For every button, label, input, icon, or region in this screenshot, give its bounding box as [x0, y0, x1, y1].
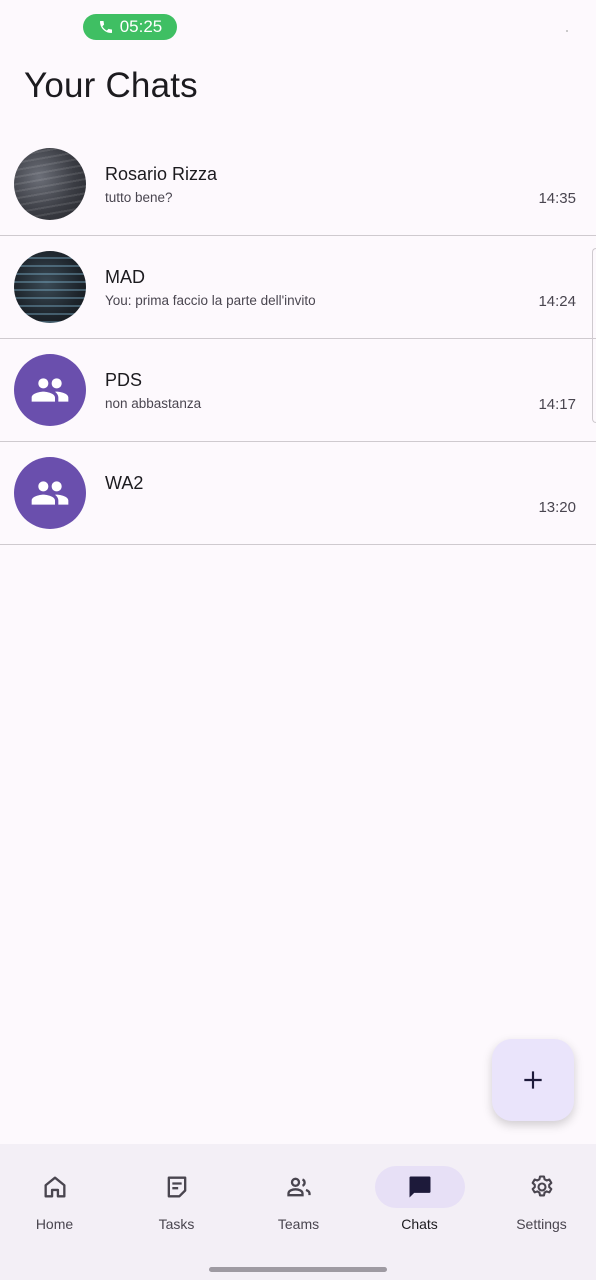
status-indicator-dot	[566, 30, 568, 32]
nav-label: Tasks	[158, 1216, 195, 1232]
avatar	[14, 148, 86, 220]
phone-icon	[99, 21, 112, 33]
nav-icon-container	[10, 1166, 100, 1208]
chat-time: 14:24	[538, 293, 576, 310]
chat-name: PDS	[105, 370, 143, 390]
nav-item-settings[interactable]: Settings	[482, 1144, 596, 1244]
avatar	[14, 251, 86, 323]
nav-icon-container	[254, 1166, 344, 1208]
nav-label: Settings	[516, 1216, 567, 1232]
group-icon	[31, 378, 69, 402]
page-title: Your Chats	[24, 66, 198, 105]
home-indicator[interactable]	[209, 1267, 387, 1272]
chat-item-wa2[interactable]: WA2 13:20	[0, 442, 596, 545]
new-chat-button[interactable]	[492, 1039, 574, 1121]
nav-icon-container	[132, 1166, 222, 1208]
nav-icon-container	[374, 1166, 465, 1208]
bottom-navigation: Home Tasks Teams Chats Settings	[0, 1144, 596, 1280]
chat-preview: non abbastanza	[105, 396, 202, 411]
chat-name: MAD	[105, 267, 145, 287]
chats-screen: 05:25 Your Chats Rosario Rizza tutto ben…	[0, 0, 596, 1280]
settings-icon	[531, 1175, 552, 1197]
plus-icon	[524, 1071, 542, 1089]
avatar	[14, 354, 86, 426]
group-icon	[31, 481, 69, 505]
nav-item-home[interactable]: Home	[0, 1144, 114, 1244]
nav-label: Home	[35, 1216, 74, 1232]
chat-time: 14:35	[538, 190, 576, 207]
chat-list: Rosario Rizza tutto bene? 14:35 MAD You:…	[0, 133, 596, 545]
avatar	[14, 457, 86, 529]
status-bar: 05:25	[0, 0, 596, 52]
tasks-icon	[167, 1176, 186, 1198]
chat-item-pds[interactable]: PDS non abbastanza 14:17	[0, 339, 596, 442]
nav-label: Chats	[401, 1216, 438, 1232]
chat-preview: You: prima faccio la parte dell'invito	[105, 293, 316, 308]
chat-time: 14:17	[538, 396, 576, 413]
chat-item-mad[interactable]: MAD You: prima faccio la parte dell'invi…	[0, 236, 596, 339]
ongoing-call-pill[interactable]: 05:25	[83, 14, 177, 40]
teams-icon	[286, 1177, 311, 1197]
nav-item-tasks[interactable]: Tasks	[117, 1144, 236, 1244]
chat-icon	[409, 1176, 430, 1198]
chat-name: WA2	[105, 473, 144, 493]
nav-icon-container	[497, 1166, 587, 1208]
nav-item-teams[interactable]: Teams	[239, 1144, 358, 1244]
chat-time: 13:20	[538, 499, 576, 516]
nav-item-chats[interactable]: Chats	[360, 1144, 479, 1244]
nav-label: Teams	[277, 1216, 320, 1232]
scroll-edge	[592, 248, 596, 423]
home-icon	[44, 1176, 65, 1198]
call-time: 05:25	[119, 17, 163, 36]
chat-preview: tutto bene?	[105, 190, 173, 205]
chat-name: Rosario Rizza	[105, 164, 218, 184]
chat-item-rosario-rizza[interactable]: Rosario Rizza tutto bene? 14:35	[0, 133, 596, 236]
